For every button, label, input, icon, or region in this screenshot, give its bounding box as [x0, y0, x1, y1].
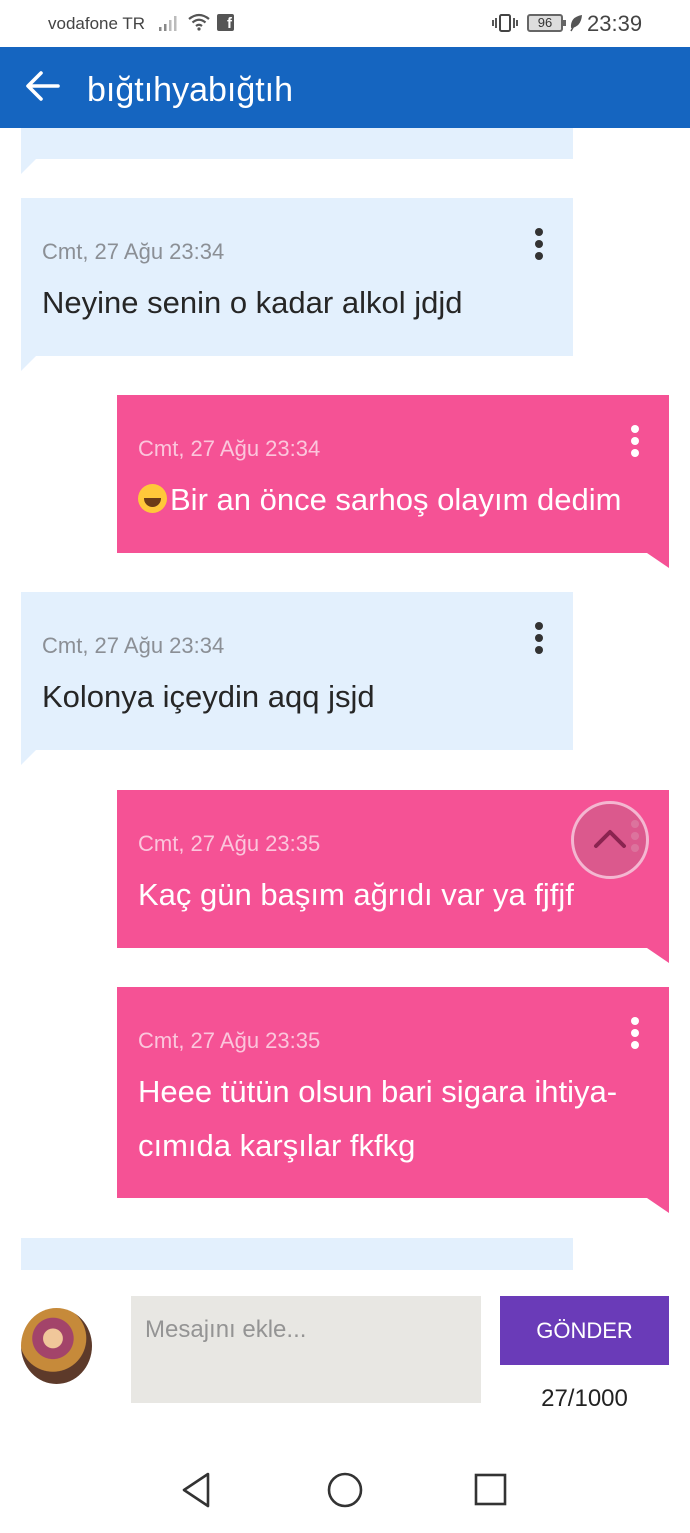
message-bubble-incoming — [21, 1238, 573, 1270]
message-text-container: Bir an önce sarhoş olayım dedim — [138, 473, 648, 527]
message-timestamp: Cmt, 27 Ağu 23:34 — [42, 239, 225, 264]
message-timestamp: Cmt, 27 Ağu 23:35 — [138, 831, 321, 856]
user-avatar — [21, 1308, 92, 1384]
signal-icon — [159, 16, 177, 31]
bubble-tail — [647, 1198, 669, 1213]
message-text: Heee tütün olsun bari sigara ihtiya-cımı… — [138, 1074, 618, 1163]
message-list[interactable]: Cmt, 27 Ağu 23:34 Neyine senin o kadar a… — [0, 128, 690, 1270]
more-options-icon[interactable] — [629, 425, 641, 461]
nav-home-icon[interactable] — [325, 1470, 365, 1510]
back-arrow-icon[interactable] — [24, 67, 62, 105]
message-text: Bir an önce sarhoş olayım dedim — [170, 482, 622, 517]
facebook-icon: f — [217, 14, 234, 32]
message-bubble-outgoing: Cmt, 27 Ağu 23:35 Heee tütün olsun bari … — [117, 987, 669, 1213]
character-counter: 27/1000 — [541, 1385, 628, 1412]
power-saving-leaf-icon — [570, 15, 582, 32]
app-bar: bığtıhyabığtıh — [0, 47, 690, 128]
nav-back-icon[interactable] — [178, 1470, 218, 1510]
system-navigation-bar — [0, 1440, 690, 1533]
vibrate-icon — [492, 14, 518, 32]
message-composer: GÖNDER 27/1000 — [0, 1270, 690, 1440]
more-options-icon[interactable] — [533, 622, 545, 658]
message-text: Kolonya içeydin aqq jsjd — [42, 679, 375, 714]
message-bubble-incoming: Cmt, 27 Ağu 23:34 Neyine senin o kadar a… — [21, 198, 573, 371]
conversation-title: bığtıhyabığtıh — [87, 71, 294, 109]
more-options-icon[interactable] — [533, 228, 545, 264]
clock: 23:39 — [587, 11, 643, 36]
status-bar: vodafone TR f 96 23:39 — [0, 0, 690, 47]
send-button[interactable]: GÖNDER — [500, 1296, 669, 1365]
message-text: Neyine senin o kadar alkol jdjd — [42, 285, 463, 320]
chevron-up-icon — [594, 830, 626, 848]
more-options-icon[interactable] — [629, 1017, 641, 1053]
nav-recents-icon[interactable] — [471, 1470, 511, 1510]
message-bubble-incoming: Cmt, 27 Ağu 23:34 Kolonya içeydin aqq js… — [21, 592, 573, 765]
bubble-tail — [21, 159, 36, 174]
bubble-tail — [647, 948, 669, 963]
grinning-face-emoji-icon — [138, 484, 167, 513]
carrier-name: vodafone TR — [48, 14, 146, 33]
message-input[interactable] — [131, 1296, 481, 1403]
message-bubble-outgoing: Cmt, 27 Ağu 23:34 Bir an önce sarhoş ola… — [117, 395, 669, 568]
scroll-to-top-button[interactable] — [571, 801, 649, 879]
message-text: Kaç gün başım ağrıdı var ya fjfjf — [138, 877, 574, 912]
message-timestamp: Cmt, 27 Ağu 23:35 — [138, 1028, 321, 1053]
wifi-icon — [188, 13, 210, 31]
message-timestamp: Cmt, 27 Ağu 23:34 — [42, 633, 225, 658]
bubble-tail — [21, 356, 36, 371]
message-bubble-incoming — [21, 128, 573, 174]
battery-icon: 96 — [527, 14, 566, 32]
message-timestamp: Cmt, 27 Ağu 23:34 — [138, 436, 321, 461]
bubble-tail — [21, 750, 36, 765]
bubble-tail — [647, 553, 669, 568]
